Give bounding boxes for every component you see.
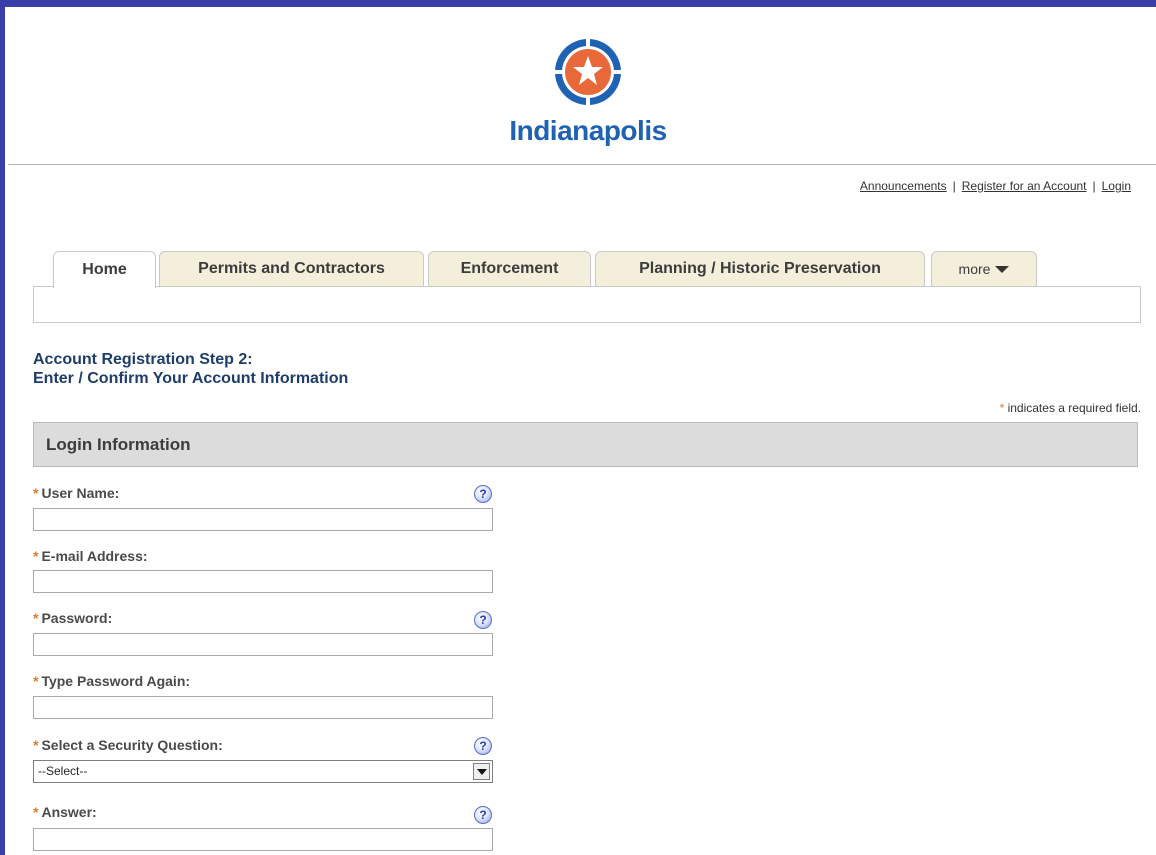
announcements-link[interactable]: Announcements xyxy=(860,179,947,193)
security-question-label-text: Select a Security Question: xyxy=(41,737,223,753)
page-title-line2: Enter / Confirm Your Account Information xyxy=(33,370,349,387)
answer-field[interactable] xyxy=(33,828,493,851)
tab-label: more xyxy=(958,261,991,277)
link-separator: | xyxy=(1092,179,1096,193)
tab-enforcement[interactable]: Enforcement xyxy=(428,251,591,286)
password-again-field[interactable] xyxy=(33,696,493,719)
tab-subnav-bar xyxy=(33,286,1141,323)
register-link[interactable]: Register for an Account xyxy=(962,179,1087,193)
help-glyph: ? xyxy=(479,739,487,753)
help-glyph: ? xyxy=(479,613,487,627)
required-star: * xyxy=(999,401,1005,415)
required-field-note: * indicates a required field. xyxy=(1000,401,1141,415)
tab-home[interactable]: Home xyxy=(53,251,156,288)
password-label-text: Password: xyxy=(41,610,113,626)
password-again-label: * Type Password Again: xyxy=(33,673,190,689)
password-label: * Password: xyxy=(33,610,112,626)
email-label: * E-mail Address: xyxy=(33,548,148,564)
tab-more[interactable]: more xyxy=(931,251,1037,286)
page-title-line1: Account Registration Step 2: xyxy=(33,351,253,368)
help-icon[interactable]: ? xyxy=(474,806,492,824)
help-icon[interactable]: ? xyxy=(474,485,492,503)
tab-label: Home xyxy=(82,261,127,278)
select-value: --Select-- xyxy=(38,764,88,778)
required-star: * xyxy=(33,548,39,564)
password-again-label-text: Type Password Again: xyxy=(41,673,191,689)
username-label: * User Name: xyxy=(33,485,119,501)
email-label-text: E-mail Address: xyxy=(41,548,148,564)
window-frame-top xyxy=(0,0,1156,7)
tab-planning-historic-preservation[interactable]: Planning / Historic Preservation xyxy=(595,251,925,286)
section-login-information: Login Information xyxy=(33,422,1138,467)
logo-wordmark: Indianapolis xyxy=(509,115,667,146)
required-star: * xyxy=(33,804,39,820)
help-icon[interactable]: ? xyxy=(474,611,492,629)
security-question-select[interactable]: --Select-- xyxy=(33,760,493,783)
dropdown-button[interactable] xyxy=(473,763,490,780)
tab-label: Enforcement xyxy=(460,260,559,277)
tab-label: Permits and Contractors xyxy=(198,260,385,277)
help-glyph: ? xyxy=(479,808,487,822)
top-links: Announcements | Register for an Account | Lo… xyxy=(860,179,1131,193)
required-star: * xyxy=(33,485,39,501)
link-separator: | xyxy=(952,179,956,193)
required-star: * xyxy=(33,737,39,753)
password-field[interactable] xyxy=(33,633,493,656)
username-field[interactable] xyxy=(33,508,493,531)
required-note-text: indicates a required field. xyxy=(1007,401,1141,415)
indianapolis-logo[interactable] xyxy=(553,37,623,107)
help-glyph: ? xyxy=(479,487,487,501)
login-link[interactable]: Login xyxy=(1102,179,1131,193)
security-question-label: * Select a Security Question: xyxy=(33,737,223,753)
section-title: Login Information xyxy=(46,434,191,454)
answer-label-text: Answer: xyxy=(41,804,97,820)
tab-label: Planning / Historic Preservation xyxy=(639,260,881,277)
chevron-down-icon xyxy=(995,265,1010,273)
window-frame-left xyxy=(0,0,5,855)
help-icon[interactable]: ? xyxy=(474,737,492,755)
page-title: Account Registration Step 2: Enter / Con… xyxy=(33,350,348,388)
chevron-down-icon xyxy=(477,769,487,775)
username-label-text: User Name: xyxy=(41,485,120,501)
required-star: * xyxy=(33,610,39,626)
email-field[interactable] xyxy=(33,570,493,593)
answer-label: * Answer: xyxy=(33,804,97,820)
tab-permits-and-contractors[interactable]: Permits and Contractors xyxy=(159,251,424,286)
site-header: Indianapolis xyxy=(8,7,1156,165)
required-star: * xyxy=(33,673,39,689)
